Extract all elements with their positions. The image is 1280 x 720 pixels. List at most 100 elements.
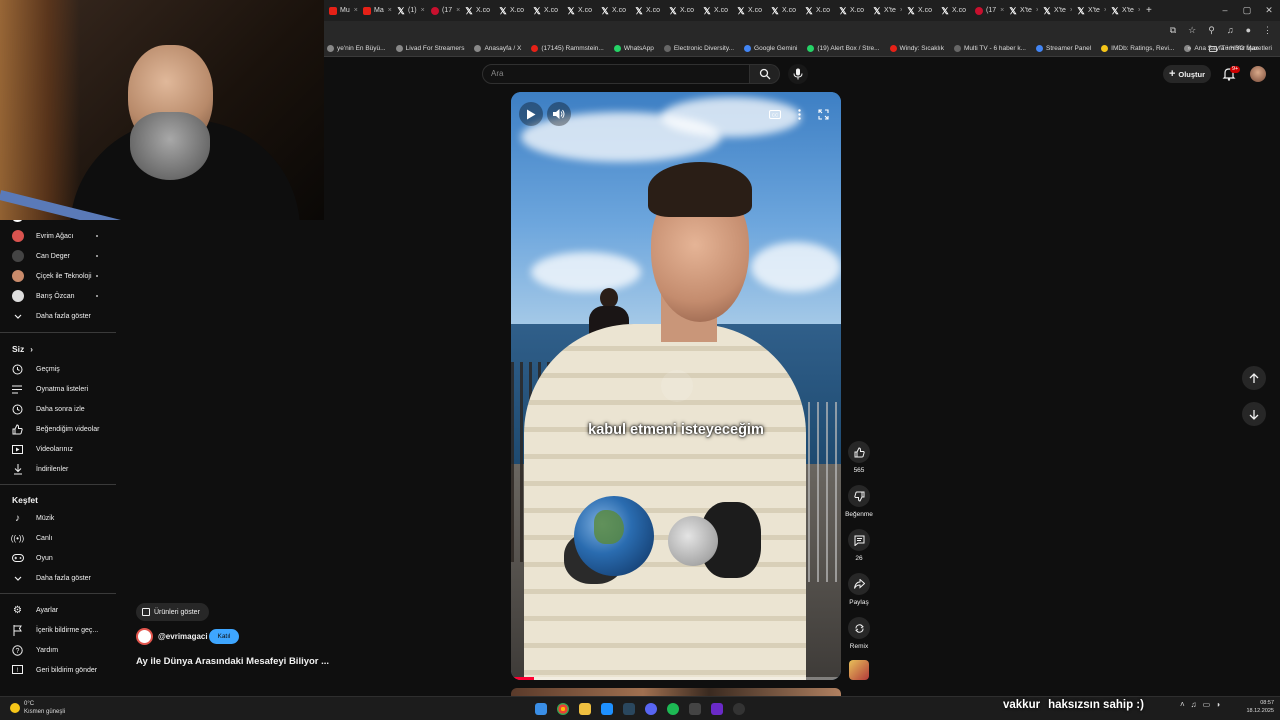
app-icon[interactable] [689,703,701,715]
bookmark[interactable]: Multi TV - 6 haber k... [949,45,1031,52]
remix-button[interactable]: Remix [843,617,875,650]
star-icon[interactable]: ☆ [1188,25,1196,36]
sidebar-item-evrim-agaci[interactable]: Evrim Ağacı [0,226,116,246]
new-tab-button[interactable]: + [1140,5,1158,16]
sidebar-item-history[interactable]: Geçmiş [0,359,116,379]
sidebar-item-watch-later[interactable]: Daha sonra izle [0,399,116,419]
browser-tab[interactable]: 𝕏X.co× [664,2,698,20]
sidebar-item-music[interactable]: ♪ Müzik [0,508,116,528]
channel-avatar[interactable] [136,628,153,645]
bookmark[interactable]: Google Gemini [739,45,802,52]
close-window-button[interactable]: ✕ [1258,0,1280,21]
sidebar-item-gaming[interactable]: Oyun [0,548,116,568]
bookmark[interactable]: Anasayfa / X [469,45,526,52]
bookmark[interactable]: Streamer Panel [1031,45,1096,52]
browser-tab[interactable]: 𝕏X.co× [766,2,800,20]
bookmark[interactable]: (19) Alert Box / Stre... [802,45,884,52]
mic-tray-icon[interactable]: ♫ [1191,700,1197,709]
sidebar-item-send-feedback[interactable]: ! Geri bildirim gönder [0,660,116,680]
sidebar-item-live[interactable]: ((•)) Canlı [0,528,116,548]
sidebar-item-playlists[interactable]: Oynatma listeleri [0,379,116,399]
shorts-player[interactable]: CC kabul etmeni isteyeceğim [511,92,841,680]
fullscreen-button[interactable] [813,104,833,124]
sidebar-item-settings[interactable]: ⚙ Ayarlar [0,600,116,620]
browser-tab[interactable]: 𝕏X.co× [800,2,834,20]
short-title[interactable]: Ay ile Dünya Arasındaki Mesafeyi Biliyor… [136,656,329,667]
search-input[interactable]: Ara [482,64,750,84]
sidebar-item-downloads[interactable]: İndirilenler [0,459,116,479]
play-button[interactable] [519,102,543,126]
browser-tab[interactable]: 𝕏X.co× [732,2,766,20]
share-button[interactable]: Paylaş [843,573,875,606]
bookmark[interactable]: ye'nin En Büyü... [322,45,391,52]
browser-tab[interactable]: 𝕏 X'te × [1004,2,1038,20]
file-explorer-icon[interactable] [579,703,591,715]
bookmark[interactable]: (17145) Rammstein... [526,45,609,52]
sidebar-item-your-videos[interactable]: Videolarınız [0,439,116,459]
browser-tab[interactable]: 𝕏X.co× [494,2,528,20]
bookmark[interactable]: IMDb: Ratings, Revi... [1096,45,1179,52]
bookmarks-more-button[interactable]: » [1187,45,1191,52]
more-options-button[interactable] [789,104,809,124]
browser-tab[interactable]: 𝕏 X'te × [1038,2,1072,20]
browser-tab[interactable]: 𝕏X.co× [630,2,664,20]
streaming-app-icon[interactable] [711,703,723,715]
browser-tab[interactable]: Ma × [358,2,392,20]
you-section-header[interactable]: Siz › [12,344,33,354]
search-button[interactable] [750,64,780,84]
like-button[interactable]: 565 [843,441,875,474]
bookmark[interactable]: Livad For Streamers [391,45,470,52]
menu-icon[interactable]: ⋮ [1263,25,1272,36]
channel-handle[interactable]: @evrimagaci [158,632,208,641]
cast-icon[interactable]: ⧉ [1170,25,1176,36]
browser-tab[interactable]: 𝕏X.co× [834,2,868,20]
bookmark[interactable]: Windy: Sıcaklık [885,45,949,52]
browser-tab[interactable]: 𝕏X.co× [528,2,562,20]
sidebar-item-help[interactable]: ? Yardım [0,640,116,660]
browser-tab[interactable]: 𝕏X.co× [936,2,970,20]
browser-tab[interactable]: 𝕏 X'te × [868,2,902,20]
browser-tab[interactable]: 𝕏X.co× [596,2,630,20]
previous-short-button[interactable] [1242,366,1266,390]
extensions-icon[interactable]: ⚲ [1208,25,1215,36]
maximize-button[interactable]: ▢ [1236,0,1258,21]
browser-tab[interactable]: (17 × [426,2,460,20]
dislike-button[interactable]: Beğenme [843,485,875,518]
close-tab-icon[interactable]: × [421,7,425,14]
bookmark[interactable]: Electronic Diversity... [659,45,739,52]
sidebar-item-liked-videos[interactable]: Beğendiğim videolar [0,419,116,439]
show-products-button[interactable]: Ürünleri göster [136,603,209,621]
sidebar-item-report-history[interactable]: İçerik bildirme geç... [0,620,116,640]
network-icon[interactable]: ▭ [1203,700,1211,709]
sidebar-item-cicek-ile-teknoloji[interactable]: Çiçek ile Teknoloji [0,266,116,286]
steam-icon[interactable] [623,703,635,715]
sidebar-explore-show-more[interactable]: Daha fazla göster [0,568,116,588]
browser-tab[interactable]: 𝕏 (1) × [392,2,426,20]
start-icon[interactable] [535,703,547,715]
sidebar-subs-show-more[interactable]: Daha fazla göster [0,306,116,326]
captions-button[interactable]: CC [765,104,785,124]
sidebar-item-can-deger[interactable]: Can Deger [0,246,116,266]
next-short-preview[interactable] [511,688,841,696]
volume-button[interactable] [547,102,571,126]
system-clock[interactable]: 08:57 18.12.2025 [1238,699,1274,715]
browser-tab[interactable]: 𝕏 X'te × [1106,2,1140,20]
comments-button[interactable]: 26 [843,529,875,562]
progress-bar[interactable] [511,677,841,680]
obs-icon[interactable] [733,703,745,715]
tray-chevron-icon[interactable]: ˄ [1180,700,1185,709]
browser-tab[interactable]: 𝕏X.co× [698,2,732,20]
all-bookmarks-link[interactable]: Tüm Yer İşaretleri [1221,45,1272,52]
chrome-icon[interactable] [557,703,569,715]
create-button[interactable]: + Oluştur [1163,65,1211,83]
bookmark[interactable]: WhatsApp [609,45,659,52]
browser-tab[interactable]: 𝕏X.co× [902,2,936,20]
account-avatar[interactable] [1250,66,1266,82]
weather-widget[interactable]: 0°C Kısmen güneşli [10,700,65,716]
next-short-button[interactable] [1242,402,1266,426]
speaker-icon[interactable]: ◗ [1216,700,1221,709]
browser-tab[interactable]: 𝕏X.co× [562,2,596,20]
spotify-icon[interactable] [667,703,679,715]
edge-icon[interactable] [601,703,613,715]
voice-search-button[interactable] [788,64,808,84]
